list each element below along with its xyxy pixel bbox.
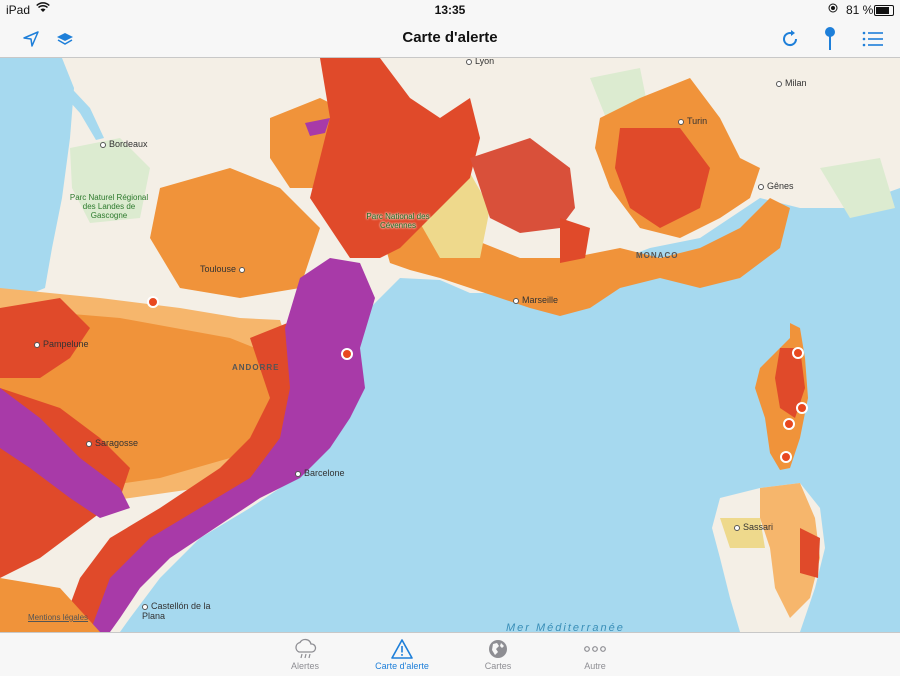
country-monaco: MONACO: [636, 251, 679, 260]
tab-autre[interactable]: Autre: [550, 637, 640, 671]
alert-marker[interactable]: [341, 348, 353, 360]
list-icon[interactable]: [860, 26, 886, 52]
tab-alertes[interactable]: Alertes: [260, 637, 350, 671]
page-title: Carte d'alerte: [402, 29, 498, 46]
city-milan: Milan: [776, 78, 807, 88]
tab-label: Alertes: [290, 661, 319, 671]
sea-label: Mer Méditerranée: [506, 622, 625, 632]
tab-label: Autre: [584, 661, 606, 671]
alert-marker[interactable]: [783, 418, 795, 430]
city-bordeaux: Bordeaux: [100, 139, 148, 149]
pin-icon[interactable]: [817, 26, 843, 52]
park-cevennes: Parc National des Cévennes: [366, 212, 430, 230]
alert-marker[interactable]: [147, 296, 159, 308]
status-bar: iPad 13:35 81 %: [0, 0, 900, 20]
tab-cartes[interactable]: Cartes: [453, 637, 543, 671]
status-time: 13:35: [434, 3, 466, 17]
legal-link[interactable]: Mentions légales: [28, 613, 88, 622]
city-marseille: Marseille: [513, 295, 558, 305]
tab-bar: Alertes Carte d'alerte Cartes Autre: [0, 632, 900, 676]
city-saragosse: Saragosse: [86, 438, 138, 448]
navigation-bar: Carte d'alerte: [0, 20, 900, 58]
city-barcelone: Barcelone: [295, 468, 345, 478]
city-lyon: Lyon: [466, 58, 494, 66]
cloud-rain-icon: [260, 637, 350, 661]
tab-label: Carte d'alerte: [375, 661, 429, 671]
city-pampelune: Pampelune: [34, 339, 89, 349]
city-sassari: Sassari: [734, 522, 773, 532]
park-landes: Parc Naturel Régional des Landes de Gasc…: [69, 193, 149, 220]
alert-marker[interactable]: [796, 402, 808, 414]
tab-carte-d-alerte[interactable]: Carte d'alerte: [357, 637, 447, 671]
country-andorre: ANDORRE: [232, 363, 280, 372]
globe-icon: [453, 637, 543, 661]
alert-map[interactable]: Lyon Milan Turin Bordeaux Toulouse Gênes…: [0, 58, 900, 632]
tab-label: Cartes: [484, 661, 512, 671]
city-castellon: Castellón de la Plana: [142, 601, 211, 621]
warning-triangle-icon: [357, 637, 447, 661]
battery-icon: [874, 5, 894, 16]
city-genes: Gênes: [758, 181, 794, 191]
more-dots-icon: [550, 637, 640, 661]
battery-percent: 81 %: [846, 3, 874, 17]
location-services-icon: [828, 3, 838, 16]
alert-marker[interactable]: [792, 347, 804, 359]
city-turin: Turin: [678, 116, 707, 126]
city-toulouse: Toulouse: [200, 264, 248, 274]
refresh-icon[interactable]: [777, 26, 803, 52]
alert-marker[interactable]: [780, 451, 792, 463]
